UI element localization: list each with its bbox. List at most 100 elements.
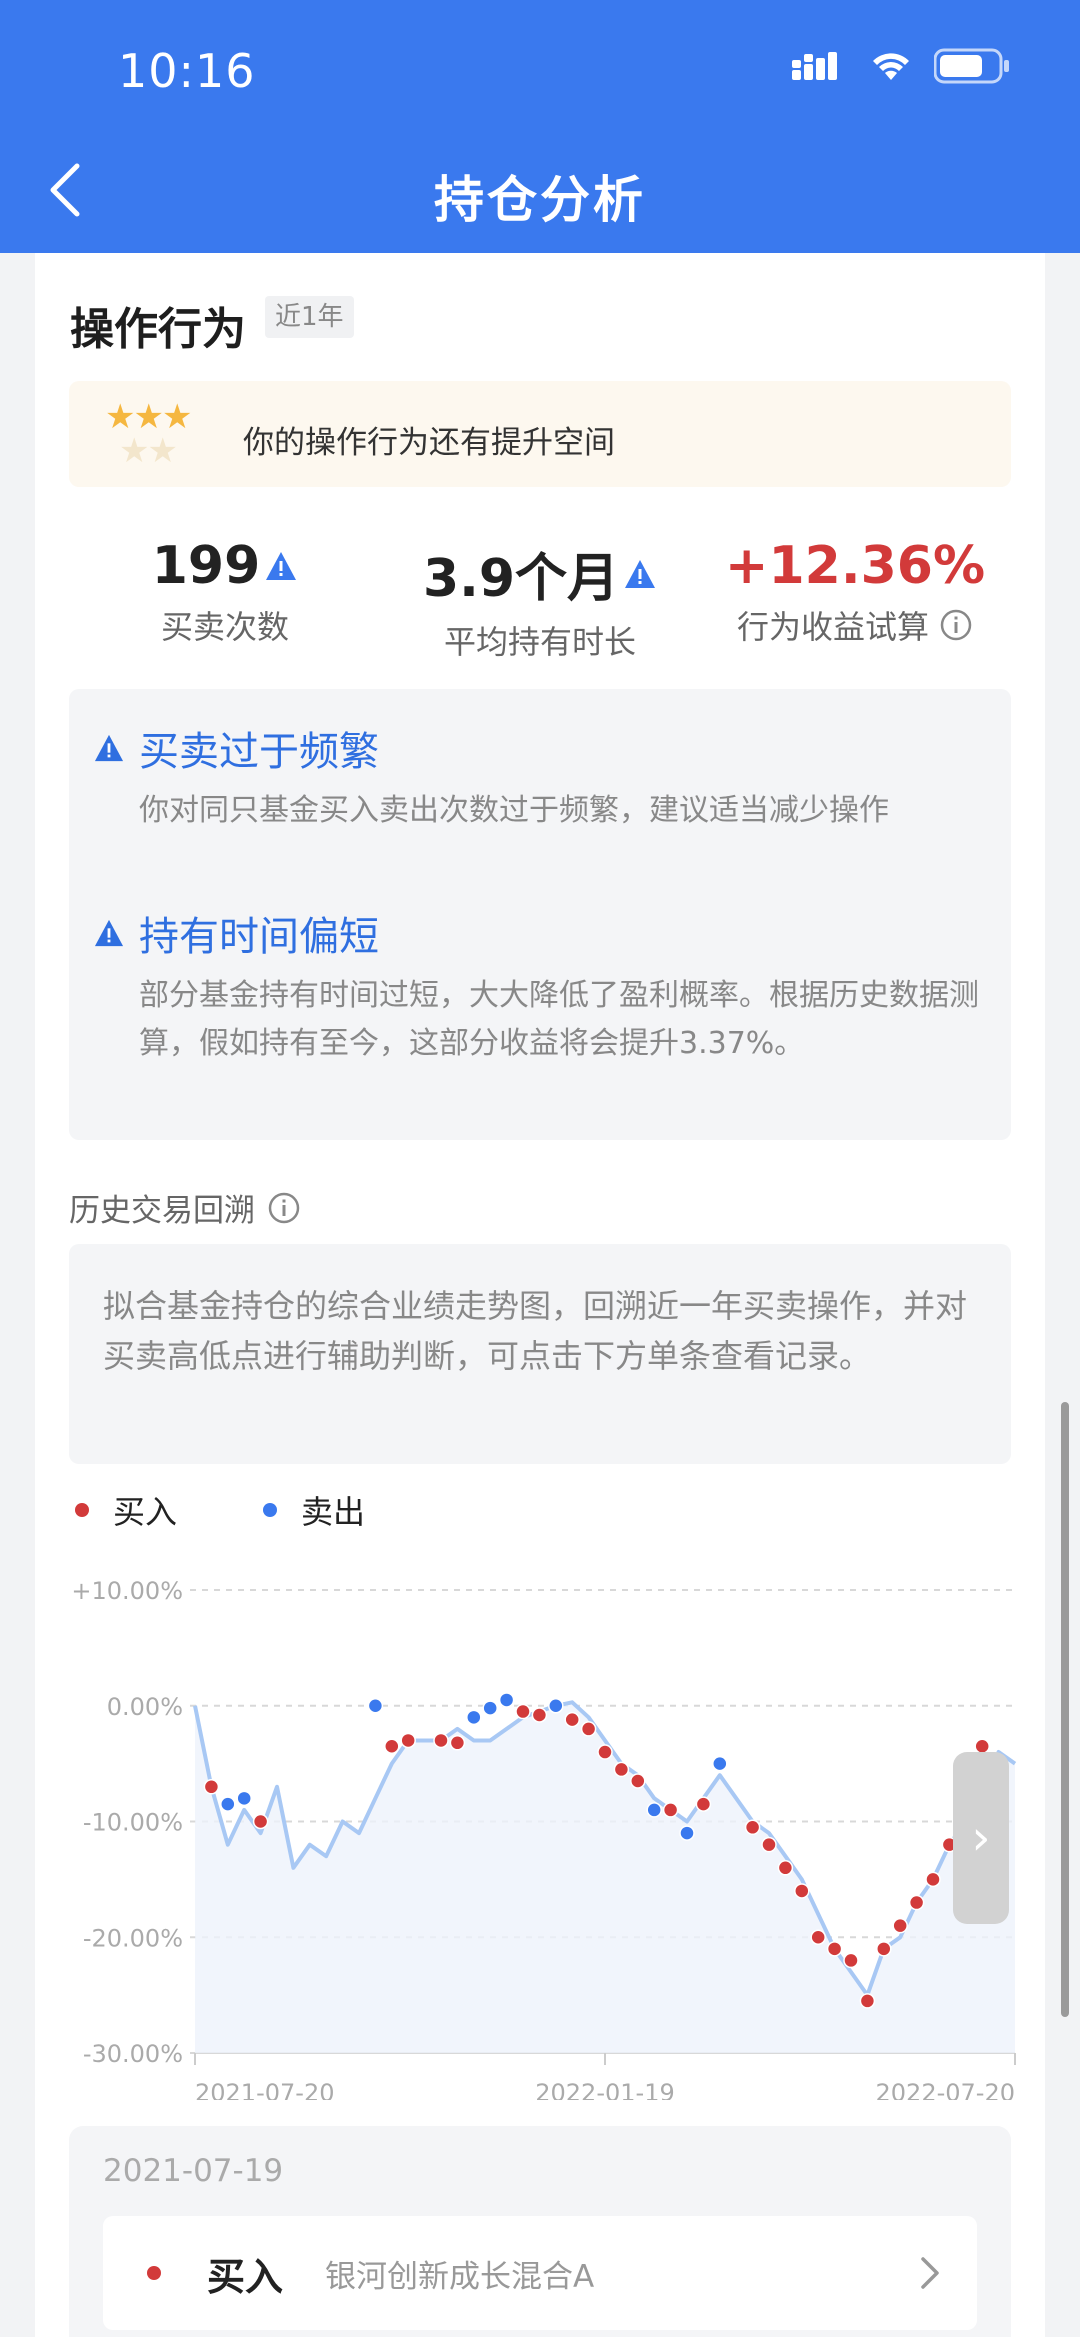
- buy-point: [777, 1860, 794, 1876]
- buy-point: [580, 1721, 597, 1737]
- wifi-icon: [873, 53, 909, 80]
- y-tick-label: -20.00%: [83, 1924, 183, 1952]
- history-desc: 拟合基金持仓的综合业绩走势图，回溯近一年买卖操作，并对买卖高低点进行辅助判断，可…: [69, 1244, 1011, 1464]
- fund-name: 银河创新成长混合A: [325, 2258, 595, 2295]
- sell-point: [498, 1692, 515, 1708]
- buy-point: [515, 1703, 531, 1720]
- stat-value: +12.36%: [724, 536, 986, 596]
- chevron-right-icon: ›: [971, 1810, 991, 1866]
- sell-point: [548, 1698, 564, 1714]
- buy-point: [630, 1773, 646, 1789]
- page-title: 持仓分析: [434, 171, 646, 229]
- x-tick-label: 2022-07-20: [876, 2079, 1015, 2100]
- buy-dot: [147, 2266, 161, 2280]
- buy-point: [252, 1813, 269, 1830]
- warning-desc: 部分基金持有时间过短，大大降低了盈利概率。根据历史数据测算，假如持有至今，这部分…: [139, 978, 979, 1061]
- warning-icon[interactable]: [264, 550, 298, 582]
- buy-point: [597, 1744, 613, 1760]
- buy-point: [810, 1929, 826, 1945]
- rating-text: 你的操作行为还有提升空间: [243, 425, 615, 461]
- y-tick-label: 0.00%: [107, 1693, 183, 1721]
- rating-banner: ★★★ ★★ 你的操作行为还有提升空间: [69, 381, 1011, 487]
- warning-title: 持有时间偏短: [139, 914, 379, 960]
- sell-point: [236, 1790, 252, 1807]
- warning-icon: [94, 919, 124, 947]
- trade-day-group: 2021-07-19 买入 银河创新成长混合A: [69, 2126, 1011, 2337]
- legend-item-sell: 卖出: [263, 1487, 365, 1533]
- period-tag: 近1年: [265, 296, 354, 338]
- legend-dot: [263, 1503, 278, 1517]
- stat-trade-count: 199 买卖次数: [130, 536, 320, 648]
- y-tick-label: -10.00%: [83, 1809, 183, 1837]
- buy-point: [695, 1796, 712, 1812]
- warning-title: 买卖过于频繁: [139, 729, 379, 775]
- y-tick-label: -30.00%: [83, 2040, 183, 2068]
- status-time: 10:16: [118, 44, 256, 98]
- legend-label: 卖出: [301, 1493, 366, 1531]
- warning-item: 买卖过于频繁 你对同只基金买入卖出次数过于频繁，建议适当减少操作: [93, 719, 979, 835]
- status-icons: [792, 48, 1010, 84]
- chart-next-button[interactable]: ›: [953, 1752, 1009, 1924]
- legend-dot: [75, 1503, 89, 1517]
- signal-icon: [792, 52, 837, 80]
- stat-label: 买卖次数: [160, 608, 289, 646]
- buy-point: [892, 1917, 908, 1934]
- history-chart[interactable]: +10.00% 0.00% -10.00% -20.00% -30.00% 2021-07…: [60, 1570, 1020, 2100]
- trade-type: 买入: [207, 2254, 284, 2299]
- buy-point: [433, 1732, 449, 1749]
- app-header: 10:16 持仓分析: [0, 0, 1080, 253]
- sell-point: [367, 1698, 384, 1714]
- info-icon[interactable]: [939, 608, 973, 642]
- section-title: 操作行为: [70, 304, 246, 355]
- stat-label: 行为收益试算: [736, 608, 929, 646]
- stat-behavior-return: +12.36% 行为收益试算: [725, 536, 985, 648]
- buy-point: [384, 1738, 400, 1755]
- sell-point: [712, 1755, 728, 1772]
- sell-point: [679, 1825, 695, 1841]
- stat-label: 平均持有时长: [443, 623, 636, 661]
- chevron-right-icon: [921, 2257, 939, 2289]
- buy-point: [613, 1761, 630, 1778]
- sell-point: [482, 1700, 498, 1716]
- warning-icon: [94, 734, 124, 762]
- buy-point: [564, 1711, 580, 1728]
- buy-point: [744, 1819, 761, 1836]
- x-tick-label: 2022-01-19: [535, 2079, 674, 2100]
- buy-point: [449, 1735, 466, 1751]
- history-title-text: 历史交易回溯: [69, 1193, 255, 1229]
- chart-legend: 买入 卖出: [75, 1487, 451, 1533]
- buy-point: [794, 1883, 810, 1899]
- warning-box: 买卖过于频繁 你对同只基金买入卖出次数过于频繁，建议适当减少操作 持有时间偏短 …: [69, 689, 1011, 1140]
- warning-icon[interactable]: [623, 558, 657, 590]
- warning-desc: 你对同只基金买入卖出次数过于频繁，建议适当减少操作: [139, 793, 889, 828]
- trade-record-row[interactable]: 买入 银河创新成长混合A: [103, 2216, 977, 2330]
- buy-point: [826, 1941, 843, 1957]
- battery-icon: [934, 48, 1009, 84]
- buy-point: [203, 1779, 220, 1795]
- star-icons-empty: ★★: [119, 431, 178, 471]
- buy-point: [400, 1732, 416, 1749]
- buy-point: [761, 1836, 777, 1853]
- stat-value: 3.9个月: [422, 549, 620, 609]
- x-tick-label: 2021-07-20: [195, 2079, 334, 2100]
- buy-point: [531, 1707, 548, 1723]
- buy-point: [908, 1894, 925, 1911]
- buy-point: [876, 1941, 892, 1957]
- buy-point: [662, 1802, 679, 1818]
- trade-date: 2021-07-19: [103, 2153, 284, 2189]
- legend-item-buy: 买入: [75, 1487, 177, 1533]
- sell-point: [466, 1709, 482, 1726]
- stat-value: 199: [151, 536, 261, 596]
- sell-point: [220, 1796, 236, 1812]
- buy-point: [859, 1993, 876, 2009]
- buy-point: [925, 1871, 941, 1888]
- history-title: 历史交易回溯: [69, 1185, 301, 1230]
- warning-item: 持有时间偏短 部分基金持有时间过短，大大降低了盈利概率。根据历史数据测算，假如持…: [93, 904, 979, 1068]
- scrollbar[interactable]: [1061, 1402, 1069, 2017]
- legend-label: 买入: [113, 1493, 178, 1531]
- stat-hold-duration: 3.9个月 平均持有时长: [420, 536, 660, 663]
- buy-point: [843, 1952, 859, 1969]
- y-tick-label: +10.00%: [71, 1577, 183, 1605]
- info-icon[interactable]: [267, 1191, 301, 1225]
- sell-point: [646, 1802, 662, 1818]
